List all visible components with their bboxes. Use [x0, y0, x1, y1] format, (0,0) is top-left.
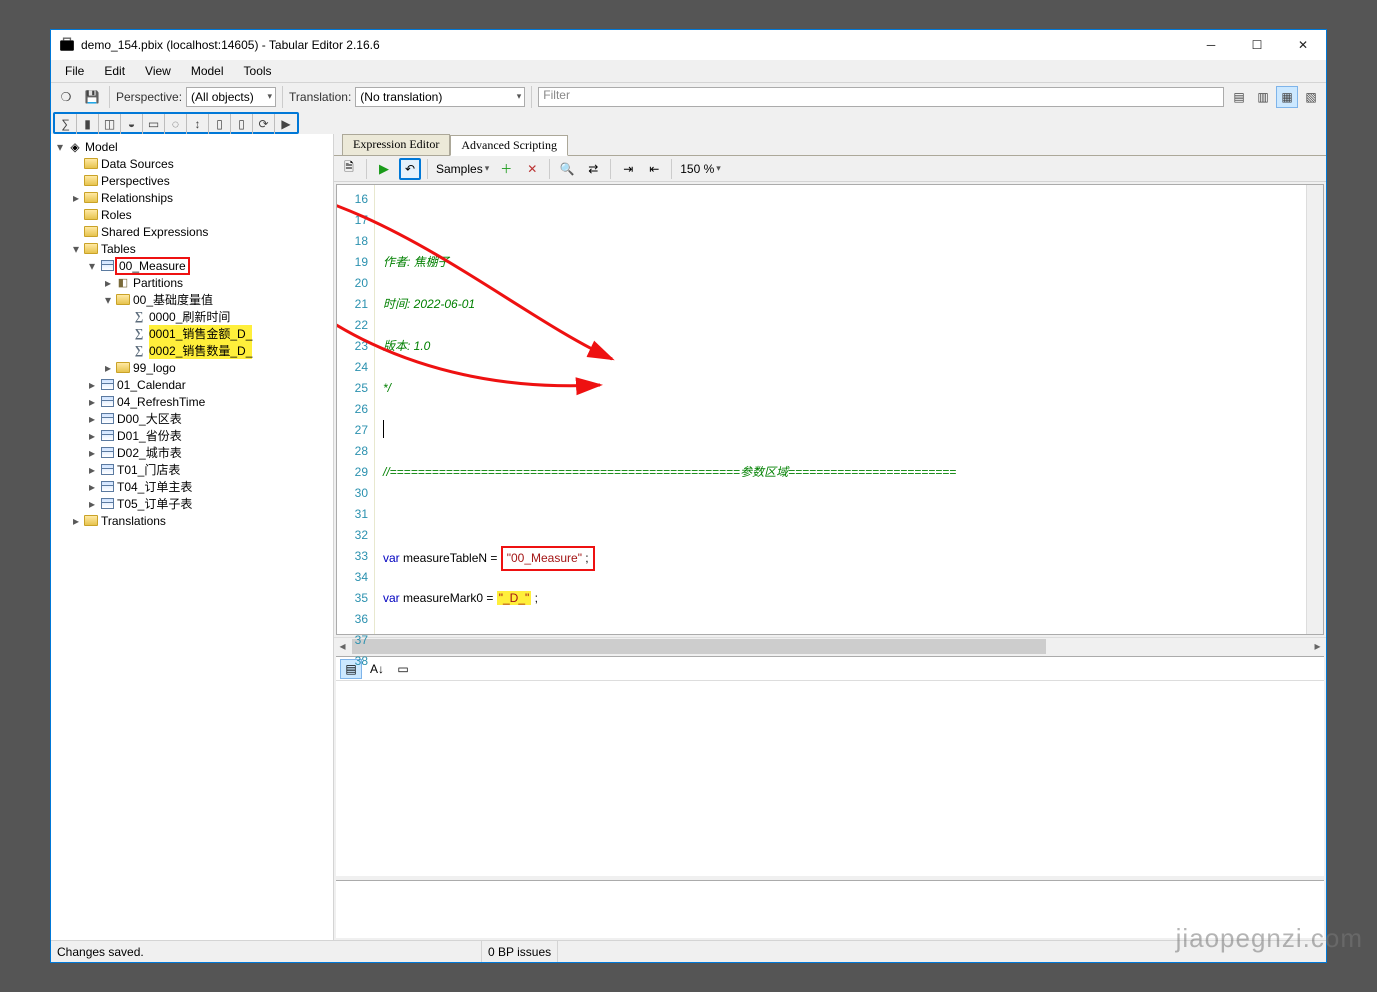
app-window: demo_154.pbix (localhost:14605) - Tabula…	[50, 29, 1327, 963]
delete-icon[interactable]: ✕	[521, 158, 543, 180]
filter-hierarchy-icon[interactable]: ◫	[99, 114, 121, 134]
title-bar: demo_154.pbix (localhost:14605) - Tabula…	[51, 30, 1326, 60]
toggle-3-icon[interactable]: ▦	[1276, 86, 1298, 108]
filter-sort-icon[interactable]: ↕	[187, 114, 209, 134]
partition-icon: ◧	[115, 276, 131, 290]
toggle-1-icon[interactable]: ▤	[1228, 86, 1250, 108]
props-pages-icon[interactable]: ▭	[392, 659, 414, 679]
tree-d02[interactable]: D02_城市表	[117, 444, 182, 461]
menu-bar: File Edit View Model Tools	[51, 60, 1326, 82]
tab-expression-editor[interactable]: Expression Editor	[342, 134, 450, 155]
filter-input[interactable]: Filter	[538, 87, 1224, 107]
tree-d00[interactable]: D00_大区表	[117, 410, 182, 427]
layout-toggles: ▤ ▥ ▦ ▧	[1228, 86, 1322, 108]
status-bar: Changes saved. 0 BP issues	[51, 940, 1326, 962]
indent-icon[interactable]: ⇥	[617, 158, 639, 180]
filter-measure-icon[interactable]: ∑	[55, 114, 77, 134]
undo-icon[interactable]: ↶	[399, 158, 421, 180]
tree-roles[interactable]: Roles	[101, 208, 132, 222]
run-icon[interactable]: ▶	[373, 158, 395, 180]
tree-t04[interactable]: T04_订单主表	[117, 478, 192, 495]
tree-00-measure[interactable]: 00_Measure	[115, 257, 190, 275]
tree-d01[interactable]: D01_省份表	[117, 427, 182, 444]
tree-m0001[interactable]: 0001_销售金额_D_	[149, 325, 252, 342]
tree-t01[interactable]: T01_门店表	[117, 461, 180, 478]
filter-x4-icon[interactable]: ▶	[275, 114, 297, 134]
perspective-label: Perspective:	[116, 90, 182, 104]
tree-m0000[interactable]: 0000_刷新时间	[149, 308, 230, 325]
translation-label: Translation:	[289, 90, 351, 104]
model-icon: ◈	[67, 140, 83, 154]
tree-perspectives[interactable]: Perspectives	[101, 174, 170, 188]
tree-01-calendar[interactable]: 01_Calendar	[117, 378, 186, 392]
measure-icon: ∑	[131, 327, 147, 341]
close-button[interactable]: ✕	[1280, 30, 1326, 60]
code-area[interactable]: 作者: 焦棚子 时间: 2022-06-01 版本: 1.0 */ //====…	[375, 185, 1306, 634]
filter-x3-icon[interactable]: ⟳	[253, 114, 275, 134]
perspective-combo[interactable]: (All objects)	[186, 87, 276, 107]
menu-view[interactable]: View	[137, 62, 179, 80]
main-body: ▾◈Model ▸Data Sources ▸Perspectives ▸Rel…	[51, 134, 1326, 940]
status-message: Changes saved.	[51, 941, 482, 962]
tree-m0002[interactable]: 0002_销售数量_D_	[149, 342, 252, 359]
editor-toolbar: 🗎 ▶ ↶ Samples ＋ ✕ 🔍 ⇄ ⇥ ⇤ 150 %	[334, 156, 1326, 182]
measure-icon: ∑	[131, 310, 147, 324]
filter-hidden-icon[interactable]: ◌	[165, 114, 187, 134]
main-toolbar: ❍ 💾 Perspective: (All objects) Translati…	[51, 82, 1326, 110]
status-bp: 0 BP issues	[482, 941, 558, 962]
filter-x2-icon[interactable]: ▯	[231, 114, 253, 134]
tree-filter-toolbar: ∑ ▮ ◫ ◒ ▭ ◌ ↕ ▯ ▯ ⟳ ▶	[53, 112, 299, 134]
outdent-icon[interactable]: ⇤	[643, 158, 665, 180]
window-title: demo_154.pbix (localhost:14605) - Tabula…	[81, 38, 1188, 52]
tree-shared-expressions[interactable]: Shared Expressions	[101, 225, 208, 239]
tree-folder-base[interactable]: 00_基础度量值	[133, 291, 213, 308]
translation-combo[interactable]: (No translation)	[355, 87, 525, 107]
horizontal-scrollbar[interactable]: ◂▸	[334, 637, 1326, 654]
filter-column-icon[interactable]: ▮	[77, 114, 99, 134]
editor-tabs: Expression Editor Advanced Scripting	[334, 134, 1326, 156]
tree-04-refresh[interactable]: 04_RefreshTime	[117, 395, 205, 409]
filter-partition-icon[interactable]: ◒	[121, 114, 143, 134]
filter-x1-icon[interactable]: ▯	[209, 114, 231, 134]
code-editor[interactable]: 1617181920212223242526272829303132333435…	[336, 184, 1324, 635]
tree-partitions[interactable]: Partitions	[133, 276, 183, 290]
zoom-dropdown[interactable]: 150 %	[678, 159, 723, 179]
tree-model[interactable]: Model	[85, 140, 118, 154]
menu-model[interactable]: Model	[183, 62, 232, 80]
replace-icon[interactable]: ⇄	[582, 158, 604, 180]
toggle-2-icon[interactable]: ▥	[1252, 86, 1274, 108]
tree-data-sources[interactable]: Data Sources	[101, 157, 174, 171]
add-icon[interactable]: ＋	[495, 158, 517, 180]
tree-t05[interactable]: T05_订单子表	[117, 495, 192, 512]
vertical-scrollbar[interactable]	[1306, 185, 1323, 634]
tree-tables[interactable]: Tables	[101, 242, 136, 256]
tree-folder-99[interactable]: 99_logo	[133, 361, 176, 375]
new-script-icon[interactable]: 🗎	[338, 158, 360, 180]
props-alpha-icon[interactable]: A↓	[366, 659, 388, 679]
model-tree[interactable]: ▾◈Model ▸Data Sources ▸Perspectives ▸Rel…	[51, 134, 334, 940]
right-panel: Expression Editor Advanced Scripting 🗎 ▶…	[334, 134, 1326, 940]
properties-panel[interactable]: ▤ A↓ ▭	[336, 656, 1324, 876]
properties-toolbar: ▤ A↓ ▭	[336, 657, 1324, 681]
deploy-icon[interactable]: ❍	[55, 86, 77, 108]
tree-relationships[interactable]: Relationships	[101, 191, 173, 205]
output-panel[interactable]	[336, 880, 1324, 938]
tree-toolbar-wrap: ∑ ▮ ◫ ◒ ▭ ◌ ↕ ▯ ▯ ⟳ ▶	[51, 110, 1326, 134]
menu-file[interactable]: File	[57, 62, 92, 80]
menu-edit[interactable]: Edit	[96, 62, 133, 80]
menu-tools[interactable]: Tools	[236, 62, 280, 80]
line-gutter: 1617181920212223242526272829303132333435…	[337, 185, 375, 634]
minimize-button[interactable]: ─	[1188, 30, 1234, 60]
filter-folder-icon[interactable]: ▭	[143, 114, 165, 134]
tree-translations[interactable]: Translations	[101, 514, 166, 528]
save-icon[interactable]: 💾	[81, 86, 103, 108]
tab-advanced-scripting[interactable]: Advanced Scripting	[450, 135, 568, 156]
toggle-4-icon[interactable]: ▧	[1300, 86, 1322, 108]
find-icon[interactable]: 🔍	[556, 158, 578, 180]
maximize-button[interactable]: ☐	[1234, 30, 1280, 60]
samples-dropdown[interactable]: Samples	[434, 159, 491, 179]
app-icon	[59, 37, 75, 53]
measure-icon: ∑	[131, 344, 147, 358]
